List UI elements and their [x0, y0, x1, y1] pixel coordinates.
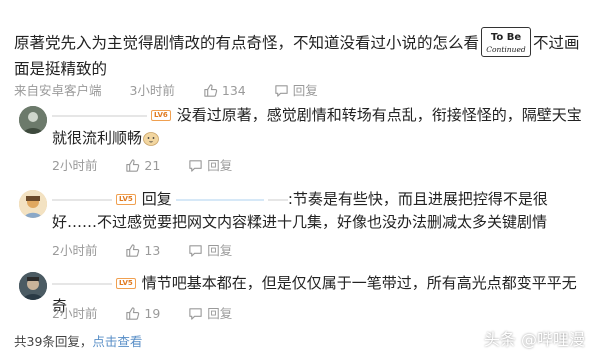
- reply-2-text: LV5 回复:节奏是有些快，而且进展把控得不是很好……不过感觉要把网文内容糅进十几…: [52, 190, 548, 231]
- comment-button[interactable]: 回复: [274, 83, 318, 98]
- replies-footer: 共39条回复，点击查看: [14, 331, 142, 350]
- avatar[interactable]: [19, 106, 47, 134]
- svg-text:Continued: Continued: [486, 45, 526, 54]
- like-button[interactable]: 13: [125, 243, 164, 258]
- svg-text:To Be: To Be: [491, 32, 521, 43]
- comment-source: 来自安卓客户端: [14, 83, 102, 98]
- view-replies-link[interactable]: 点击查看: [92, 334, 142, 349]
- like-button[interactable]: 134: [203, 83, 250, 98]
- like-button[interactable]: 19: [125, 306, 164, 321]
- reply-1-text: LV6 没看过原著，感觉剧情和转场有点乱，衔接怪怪的，隔壁天宝就很流利顺畅: [52, 106, 582, 147]
- total-replies: 共39条回复，: [14, 334, 93, 349]
- comment-time: 2小时前: [52, 243, 98, 258]
- reply-1-meta: 2小时前 21 回复: [52, 155, 232, 174]
- comment-icon: [189, 308, 202, 320]
- comment-icon: [275, 85, 288, 97]
- comment-time: 2小时前: [52, 158, 98, 173]
- comment-button[interactable]: 回复: [188, 306, 232, 321]
- thumb-up-icon: [204, 84, 218, 97]
- comment-time: 2小时前: [52, 306, 98, 321]
- avatar[interactable]: [19, 272, 47, 300]
- reply-2-meta: 2小时前 13 回复: [52, 240, 232, 259]
- comment-icon: [189, 245, 202, 257]
- comment-icon: [189, 160, 202, 172]
- doge-emoji-icon: [142, 130, 160, 146]
- level-badge: LV5: [116, 278, 136, 289]
- main-comment-meta: 来自安卓客户端 3小时前 134 回复: [14, 80, 318, 99]
- thumb-up-icon: [126, 307, 140, 320]
- mentioned-user-link[interactable]: [175, 199, 264, 201]
- comment-time: 3小时前: [129, 83, 175, 98]
- main-comment-text: 原著党先入为主觉得剧情改的有点奇怪，不知道没看过小说的怎么看 To Be Con…: [14, 27, 584, 81]
- level-badge: LV5: [116, 194, 136, 205]
- comment-button[interactable]: 回复: [188, 158, 232, 173]
- to-be-continued-sticker: To Be Continued: [481, 27, 532, 57]
- thumb-up-icon: [126, 159, 140, 172]
- level-badge: LV6: [151, 110, 171, 121]
- thumb-up-icon: [126, 244, 140, 257]
- watermark: 头条 @哔哩漫: [483, 330, 585, 349]
- comment-button[interactable]: 回复: [188, 243, 232, 258]
- avatar[interactable]: [19, 190, 47, 218]
- like-button[interactable]: 21: [125, 158, 164, 173]
- reply-3-meta: 2小时前 19 回复: [52, 303, 232, 322]
